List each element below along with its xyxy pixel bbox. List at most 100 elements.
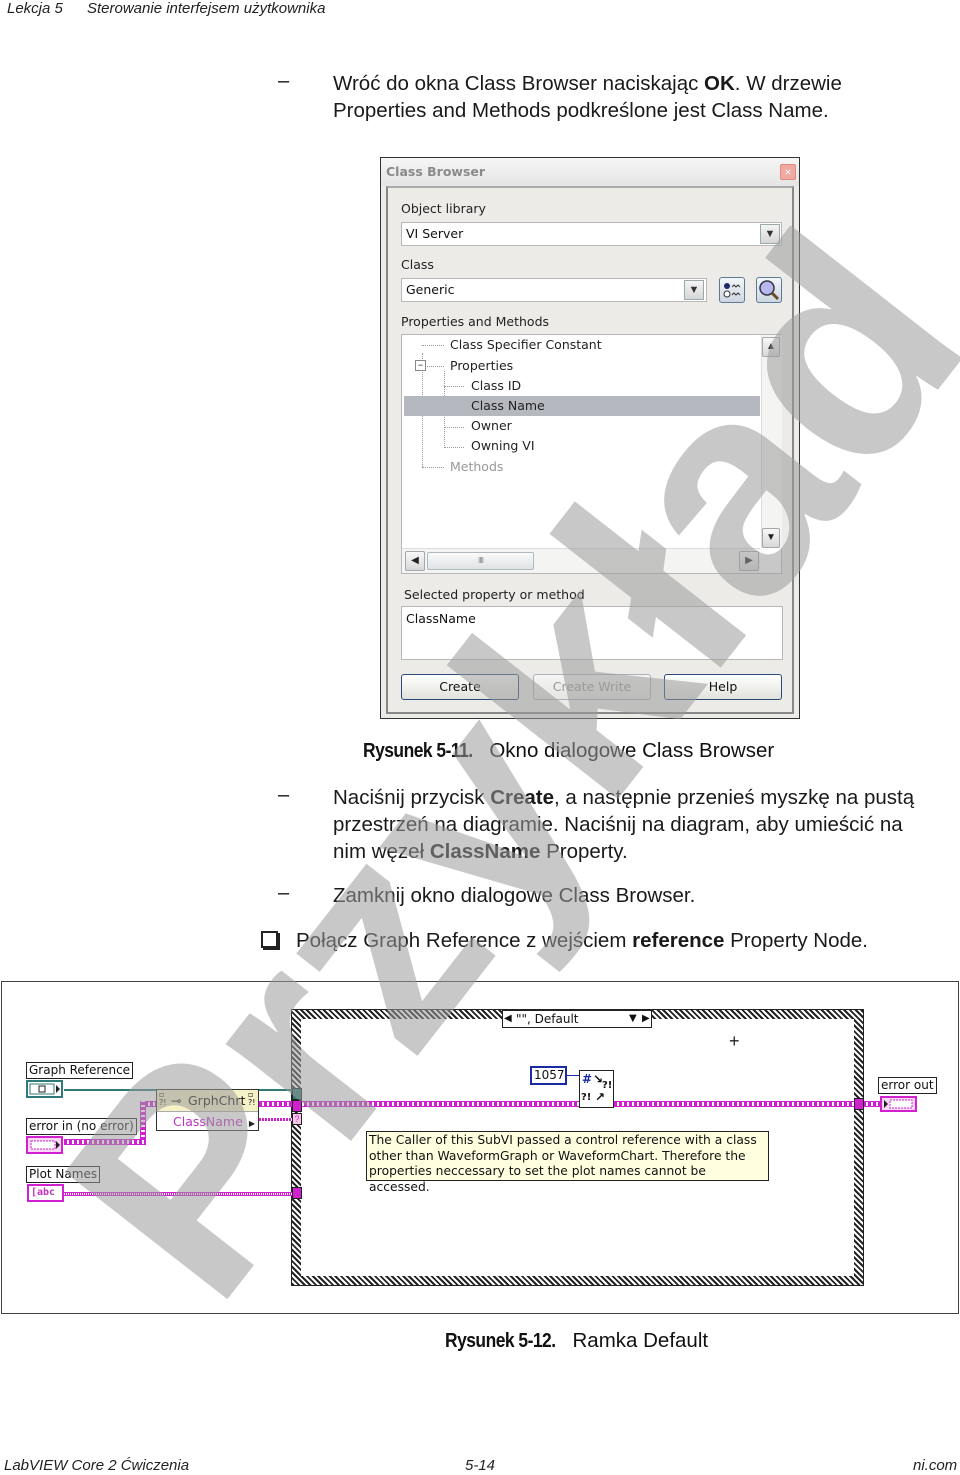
tree-line (444, 447, 464, 448)
figure-caption-2: Rysunek 5-12. Ramka Default (445, 1329, 708, 1353)
scroll-up-button[interactable]: ▲ (762, 337, 780, 357)
case-selector[interactable]: ◀ "", Default ▼ ▶ (502, 1010, 652, 1028)
tree-item-properties[interactable]: Properties (450, 356, 513, 376)
selected-property-label: Selected property or method (404, 587, 585, 602)
bullet-dash: – (278, 70, 290, 92)
chevron-up-icon: ▲ (766, 341, 776, 352)
help-button[interactable]: Help (664, 674, 782, 700)
task-checkbox[interactable] (261, 931, 278, 948)
class-select[interactable]: Generic (401, 278, 707, 302)
chevron-down-icon: ▼ (688, 284, 700, 296)
property-node[interactable]: ▫?! ⊸ GrphChrt ▫?! ClassName ▶ (156, 1089, 259, 1131)
error-cluster-from-code-function[interactable]: # ↘ ?! ?! ↗ (579, 1070, 614, 1108)
properties-methods-label: Properties and Methods (401, 314, 550, 329)
output-arrow-icon: ▶ (248, 1119, 255, 1128)
error-cluster-icon (30, 1140, 60, 1150)
tree-selection-highlight (404, 396, 760, 416)
graph-reference-label: Graph Reference (26, 1062, 134, 1079)
error-out-tunnel[interactable] (854, 1098, 864, 1110)
task-bold: reference (632, 929, 725, 952)
list-options-icon (723, 283, 741, 298)
crosshair-cursor-icon: + (729, 1031, 740, 1051)
selected-property-value: ClassName (406, 611, 476, 626)
horizontal-scroll-thumb[interactable]: IIII (427, 552, 534, 570)
dialog-titlebar[interactable]: Class Browser × (381, 158, 799, 186)
property-node-item[interactable]: ClassName ▶ (157, 1112, 258, 1131)
footer-page-number: 5-14 (465, 1457, 496, 1474)
object-library-dropdown-button[interactable]: ▼ (760, 224, 780, 244)
scroll-left-button[interactable]: ◀ (405, 551, 425, 571)
figure-number: Rysunek 5-12. (445, 1329, 556, 1352)
figure-number: Rysunek 5-11. (363, 739, 473, 762)
tree-line (422, 345, 444, 346)
error-out-label: error out (878, 1077, 937, 1094)
search-button[interactable] (756, 277, 782, 303)
dialog-title: Class Browser (386, 164, 486, 179)
class-label: Class (401, 257, 434, 272)
reference-in-icon: ▫?! (159, 1090, 167, 1107)
string-wire[interactable] (64, 1192, 296, 1196)
numeric-wire[interactable] (567, 1075, 579, 1076)
bullet-dash: – (278, 882, 290, 904)
page-header: Lekcja 5 Sterowanie interfejsem użytkowni… (7, 0, 325, 17)
tree-item-owner[interactable]: Owner (471, 416, 512, 436)
hash-icon: # (582, 1072, 593, 1086)
tree-line (444, 386, 464, 387)
prev-case-icon[interactable]: ◀ (504, 1011, 512, 1027)
plot-names-terminal-text: [abc (31, 1187, 56, 1198)
error-wire[interactable] (64, 1139, 146, 1145)
selected-property-field[interactable]: ClassName (401, 606, 783, 660)
create-write-button[interactable]: Create Write (533, 674, 651, 700)
create-button[interactable]: Create (401, 674, 519, 700)
error-wire[interactable] (259, 1101, 859, 1107)
numeric-constant[interactable]: 1057 (530, 1066, 567, 1085)
scroll-right-button[interactable]: ▶ (739, 551, 759, 571)
object-library-select[interactable]: VI Server (401, 222, 782, 246)
step-1-text-b: . W drzewie (734, 72, 842, 95)
close-button[interactable]: × (780, 164, 796, 180)
step-2-bold-b: ClassName (429, 840, 541, 863)
error-in-label: error in (no error) (26, 1118, 137, 1135)
property-node-header: ▫?! ⊸ GrphChrt ▫?! (157, 1090, 258, 1112)
sort-list-button[interactable] (719, 277, 745, 303)
task-text: Połącz Graph Reference z wejściem refere… (296, 927, 868, 954)
chevron-right-icon: ▶ (745, 555, 753, 566)
error-in-tunnel[interactable] (292, 1100, 302, 1112)
step-2-bold-a: Create (490, 786, 555, 809)
collapse-toggle[interactable]: − (415, 360, 426, 371)
class-dropdown-button[interactable]: ▼ (684, 280, 704, 300)
scroll-down-button[interactable]: ▼ (762, 528, 780, 548)
reference-icon (29, 1083, 60, 1095)
step-2-text: Naciśnij przycisk Create, a następnie pr… (333, 784, 960, 865)
vertical-scrollbar[interactable] (761, 335, 782, 548)
classname-tunnel[interactable]: ? (292, 1113, 302, 1125)
dropdown-arrow-icon[interactable]: ▼ (629, 1011, 637, 1027)
case-selector-value: "", Default (516, 1012, 579, 1026)
plot-names-terminal[interactable]: [abc (27, 1184, 64, 1202)
step-1-text: Wróć do okna Class Browser naciskając OK… (333, 70, 933, 124)
properties-tree[interactable]: − Class Specifier Constant Properties Cl… (401, 334, 782, 574)
tree-item-class-name[interactable]: Class Name (471, 396, 545, 416)
step-1-text-c: Properties and Methods podkreślone jest … (333, 99, 829, 122)
error-wire[interactable] (863, 1101, 881, 1107)
step-1-text-a: Wróć do okna Class Browser naciskając (333, 72, 705, 95)
step-1-bold: OK (704, 72, 735, 95)
step-2-text-a: Naciśnij przycisk (333, 786, 491, 809)
plot-names-tunnel[interactable] (292, 1187, 302, 1199)
reference-out-icon: ▫?! (248, 1090, 256, 1107)
next-case-icon[interactable]: ▶ (642, 1011, 650, 1027)
tree-item-class-id[interactable]: Class ID (471, 376, 521, 396)
tree-item-owning-vi[interactable]: Owning VI (471, 436, 535, 456)
reference-tunnel[interactable] (292, 1088, 302, 1100)
tree-item-class-specifier-constant[interactable]: Class Specifier Constant (450, 335, 602, 355)
error-out-terminal[interactable] (880, 1096, 917, 1112)
step-3-text: Zamknij okno dialogowe Class Browser. (333, 884, 696, 907)
class-value: Generic (406, 282, 455, 297)
string-wire[interactable] (259, 1118, 293, 1121)
tree-item-methods[interactable]: Methods (450, 457, 503, 477)
error-icon: ?! (581, 1092, 592, 1103)
graph-reference-terminal[interactable] (26, 1080, 63, 1098)
step-2-text-c: przestrzeń na diagramie. Naciśnij na dia… (333, 813, 903, 836)
lesson-title: Sterowanie interfejsem użytkownika (87, 0, 326, 17)
error-in-terminal[interactable] (26, 1136, 63, 1154)
